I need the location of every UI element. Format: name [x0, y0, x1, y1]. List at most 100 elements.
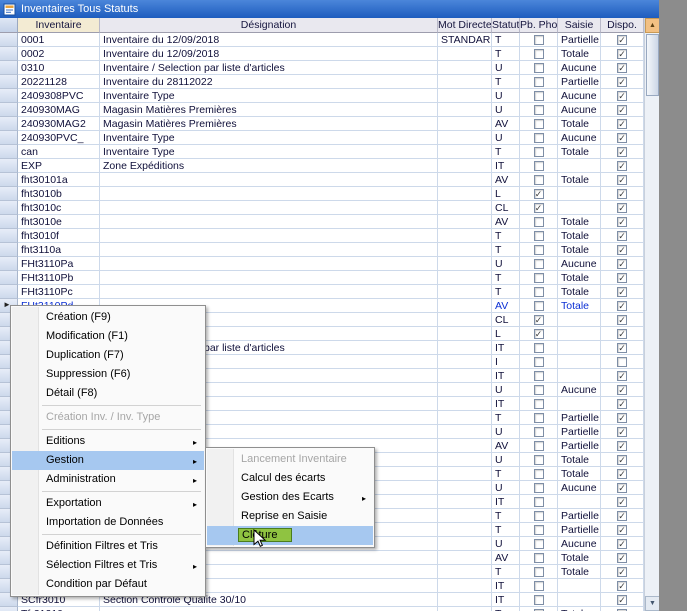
- row-selector[interactable]: [0, 89, 18, 103]
- table-row[interactable]: FHt3110PcTTotale✓: [0, 285, 644, 299]
- scroll-down-button[interactable]: ▼: [645, 596, 660, 611]
- dispo-checkbox[interactable]: ✓: [617, 497, 627, 507]
- dispo-checkbox[interactable]: ✓: [617, 217, 627, 227]
- table-row[interactable]: EXPZone ExpéditionsIT✓: [0, 159, 644, 173]
- row-selector[interactable]: [0, 243, 18, 257]
- menu-item[interactable]: Calcul des écarts: [207, 469, 373, 488]
- row-selector[interactable]: [0, 145, 18, 159]
- pb-photo-checkbox[interactable]: [534, 511, 544, 521]
- vertical-scrollbar[interactable]: ▲ ▼: [644, 18, 659, 611]
- dispo-checkbox[interactable]: ✓: [617, 203, 627, 213]
- row-selector[interactable]: [0, 271, 18, 285]
- table-row[interactable]: 0310Inventaire / Selection par liste d'a…: [0, 61, 644, 75]
- dispo-checkbox[interactable]: ✓: [617, 399, 627, 409]
- row-selector[interactable]: [0, 103, 18, 117]
- row-selector[interactable]: [0, 201, 18, 215]
- dispo-checkbox[interactable]: ✓: [617, 161, 627, 171]
- pb-photo-checkbox[interactable]: [534, 63, 544, 73]
- table-row[interactable]: fht3110aTTotale✓: [0, 243, 644, 257]
- dispo-checkbox[interactable]: ✓: [617, 189, 627, 199]
- table-row[interactable]: 240930MAGMagasin Matières PremièresUAucu…: [0, 103, 644, 117]
- dispo-checkbox[interactable]: ✓: [617, 525, 627, 535]
- column-header[interactable]: Désignation: [100, 18, 438, 33]
- row-selector[interactable]: [0, 47, 18, 61]
- row-selector[interactable]: [0, 229, 18, 243]
- menu-item[interactable]: Condition par Défaut: [12, 575, 204, 594]
- menu-item[interactable]: Administration▸: [12, 470, 204, 489]
- scrollbar-thumb[interactable]: [646, 34, 659, 96]
- dispo-checkbox[interactable]: ✓: [617, 63, 627, 73]
- dispo-checkbox[interactable]: ✓: [617, 413, 627, 423]
- dispo-checkbox[interactable]: ✓: [617, 245, 627, 255]
- dispo-checkbox[interactable]: ✓: [617, 511, 627, 521]
- pb-photo-checkbox[interactable]: [534, 539, 544, 549]
- dispo-checkbox[interactable]: ✓: [617, 581, 627, 591]
- dispo-checkbox[interactable]: ✓: [617, 343, 627, 353]
- table-row[interactable]: canInventaire TypeTTotale✓: [0, 145, 644, 159]
- pb-photo-checkbox[interactable]: ✓: [534, 189, 544, 199]
- pb-photo-checkbox[interactable]: [534, 161, 544, 171]
- pb-photo-checkbox[interactable]: [534, 245, 544, 255]
- row-selector[interactable]: [0, 75, 18, 89]
- column-header[interactable]: Saisie: [558, 18, 601, 33]
- pb-photo-checkbox[interactable]: ✓: [534, 329, 544, 339]
- menu-item[interactable]: Clôture: [207, 526, 373, 545]
- dispo-checkbox[interactable]: ✓: [617, 91, 627, 101]
- table-row[interactable]: fht30101aAVTotale✓: [0, 173, 644, 187]
- column-header[interactable]: Pb. Photo: [520, 18, 558, 33]
- dispo-checkbox[interactable]: ✓: [617, 595, 627, 605]
- table-row[interactable]: fht3010cCL✓✓: [0, 201, 644, 215]
- dispo-checkbox[interactable]: ✓: [617, 259, 627, 269]
- menu-item[interactable]: Définition Filtres et Tris: [12, 537, 204, 556]
- pb-photo-checkbox[interactable]: [534, 497, 544, 507]
- dispo-checkbox[interactable]: [617, 357, 627, 367]
- pb-photo-checkbox[interactable]: [534, 301, 544, 311]
- pb-photo-checkbox[interactable]: ✓: [534, 203, 544, 213]
- dispo-checkbox[interactable]: ✓: [617, 427, 627, 437]
- pb-photo-checkbox[interactable]: [534, 399, 544, 409]
- table-row[interactable]: fht3010fTTotale✓: [0, 229, 644, 243]
- table-row[interactable]: fht3010bL✓✓: [0, 187, 644, 201]
- row-selector[interactable]: [0, 607, 18, 611]
- menu-item[interactable]: Gestion des Ecarts▸: [207, 488, 373, 507]
- table-row[interactable]: FHt3110PaUAucune✓: [0, 257, 644, 271]
- column-header[interactable]: Statut: [492, 18, 520, 33]
- pb-photo-checkbox[interactable]: [534, 525, 544, 535]
- pb-photo-checkbox[interactable]: [534, 273, 544, 283]
- pb-photo-checkbox[interactable]: [534, 77, 544, 87]
- pb-photo-checkbox[interactable]: [534, 413, 544, 423]
- column-header[interactable]: Dispo.: [601, 18, 644, 33]
- table-row[interactable]: 240930MAG2Magasin Matières PremièresAVTo…: [0, 117, 644, 131]
- pb-photo-checkbox[interactable]: [534, 119, 544, 129]
- menu-item[interactable]: Reprise en Saisie: [207, 507, 373, 526]
- pb-photo-checkbox[interactable]: [534, 175, 544, 185]
- dispo-checkbox[interactable]: ✓: [617, 483, 627, 493]
- dispo-checkbox[interactable]: ✓: [617, 371, 627, 381]
- pb-photo-checkbox[interactable]: ✓: [534, 315, 544, 325]
- pb-photo-checkbox[interactable]: [534, 385, 544, 395]
- dispo-checkbox[interactable]: ✓: [617, 49, 627, 59]
- row-selector[interactable]: [0, 61, 18, 75]
- pb-photo-checkbox[interactable]: [534, 553, 544, 563]
- dispo-checkbox[interactable]: ✓: [617, 315, 627, 325]
- row-selector[interactable]: [0, 257, 18, 271]
- dispo-checkbox[interactable]: ✓: [617, 329, 627, 339]
- dispo-checkbox[interactable]: ✓: [617, 455, 627, 465]
- table-row[interactable]: fht3010eAVTotale✓: [0, 215, 644, 229]
- pb-photo-checkbox[interactable]: [534, 49, 544, 59]
- menu-item[interactable]: Gestion▸: [12, 451, 204, 470]
- dispo-checkbox[interactable]: ✓: [617, 105, 627, 115]
- pb-photo-checkbox[interactable]: [534, 455, 544, 465]
- pb-photo-checkbox[interactable]: [534, 147, 544, 157]
- menu-item[interactable]: Exportation▸: [12, 494, 204, 513]
- dispo-checkbox[interactable]: ✓: [617, 147, 627, 157]
- dispo-checkbox[interactable]: ✓: [617, 567, 627, 577]
- select-all-corner[interactable]: [0, 18, 18, 33]
- pb-photo-checkbox[interactable]: [534, 231, 544, 241]
- pb-photo-checkbox[interactable]: [534, 469, 544, 479]
- dispo-checkbox[interactable]: ✓: [617, 133, 627, 143]
- dispo-checkbox[interactable]: ✓: [617, 385, 627, 395]
- dispo-checkbox[interactable]: ✓: [617, 301, 627, 311]
- dispo-checkbox[interactable]: ✓: [617, 287, 627, 297]
- menu-item[interactable]: Suppression (F6): [12, 365, 204, 384]
